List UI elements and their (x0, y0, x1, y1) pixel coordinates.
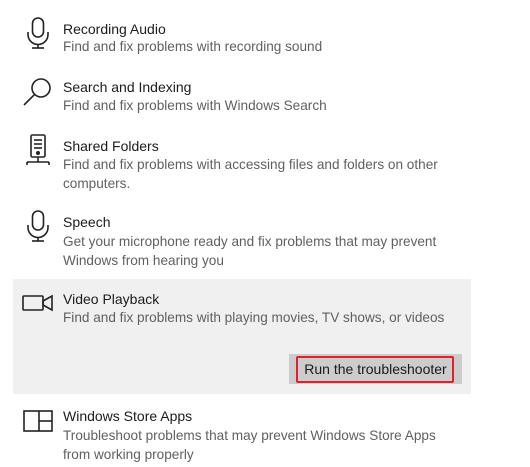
item-description: Find and fix problems with playing movie… (63, 310, 445, 325)
item-description: Find and fix problems with accessing fil… (63, 157, 438, 191)
troubleshooter-item-windows-store-apps[interactable]: Windows Store Apps Troubleshoot problems… (0, 398, 530, 467)
troubleshooter-item-speech[interactable]: Speech Get your microphone ready and fix… (0, 205, 530, 277)
store-apps-icon (21, 403, 55, 437)
item-description: Get your microphone ready and fix proble… (63, 234, 437, 268)
item-description: Troubleshoot problems that may prevent W… (63, 428, 436, 462)
item-title: Video Playback (63, 291, 160, 307)
item-description: Find and fix problems with recording sou… (63, 39, 323, 54)
item-title: Windows Store Apps (63, 408, 193, 424)
microphone-icon (21, 16, 55, 50)
search-icon (21, 75, 55, 109)
microphone-icon (21, 209, 55, 243)
item-description: Find and fix problems with Windows Searc… (63, 98, 327, 113)
troubleshooter-item-recording-audio[interactable]: Recording Audio Find and fix problems wi… (0, 0, 530, 70)
shared-folders-icon (21, 133, 55, 167)
video-camera-icon (21, 286, 55, 320)
troubleshooter-item-search-indexing[interactable]: Search and Indexing Find and fix problem… (0, 70, 530, 130)
item-title: Recording Audio (63, 21, 166, 37)
item-title: Speech (63, 214, 111, 230)
item-title: Shared Folders (63, 138, 159, 154)
item-title: Search and Indexing (63, 79, 192, 95)
troubleshooter-item-shared-folders[interactable]: Shared Folders Find and fix problems wit… (0, 130, 530, 205)
button-highlight-outline (296, 356, 454, 383)
